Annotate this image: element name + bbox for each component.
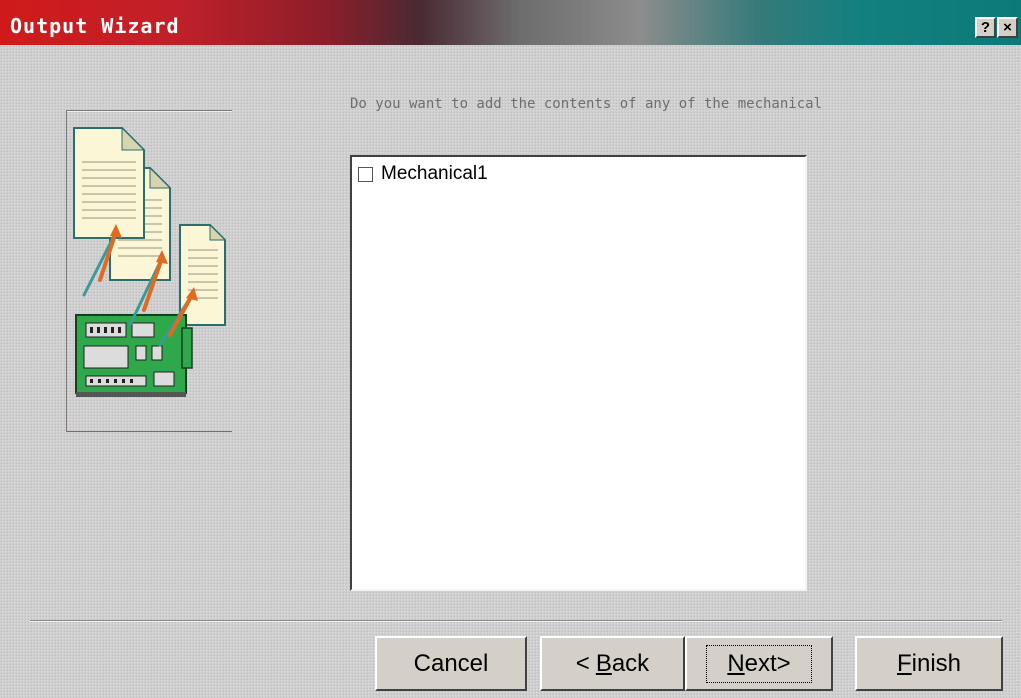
output-wizard-window: Output Wizard ? × Do you want to add the… <box>0 0 1021 698</box>
mechanical1-checkbox[interactable] <box>358 166 373 182</box>
cancel-button-label: Cancel <box>413 649 489 677</box>
back-button-mnemonic: B <box>595 649 612 677</box>
next-button-arrow: > <box>776 649 791 677</box>
next-button-label-rest: ext <box>744 649 777 677</box>
close-button[interactable]: × <box>997 17 1018 38</box>
document-icon-1 <box>73 126 146 239</box>
next-button-mnemonic: N <box>727 649 745 677</box>
next-button-focus-ring: Next> <box>706 644 812 683</box>
list-item[interactable]: Mechanical1 <box>358 162 488 186</box>
finish-button-label-rest: inish <box>911 649 962 677</box>
back-button-label-rest: ack <box>611 649 650 677</box>
document-icon-3 <box>179 223 227 326</box>
separator-line <box>30 620 1002 622</box>
finish-button-mnemonic: F <box>896 649 912 677</box>
window-title: Output Wizard <box>10 14 180 38</box>
question-text: Do you want to add the contents of any o… <box>350 96 823 112</box>
back-button-arrow: < <box>575 649 590 677</box>
finish-button[interactable]: Finish <box>855 636 1003 691</box>
documents-to-pcb-icon <box>73 126 227 397</box>
help-button[interactable]: ? <box>975 17 996 38</box>
next-button[interactable]: Next> <box>685 636 833 691</box>
title-bar[interactable]: Output Wizard ? × <box>0 0 1021 45</box>
list-item-label: Mechanical1 <box>381 163 488 184</box>
cancel-button[interactable]: Cancel <box>375 636 527 691</box>
mechanical-layers-listbox[interactable]: Mechanical1 <box>350 155 807 591</box>
back-button[interactable]: < Back <box>540 636 685 691</box>
